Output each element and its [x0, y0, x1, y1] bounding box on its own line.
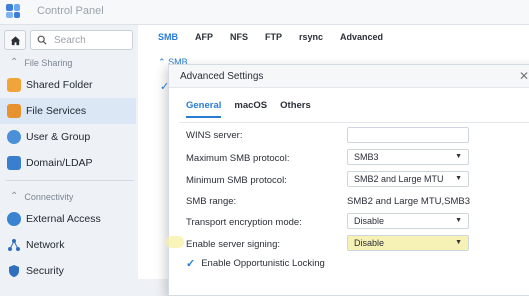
chevron-up-icon: ⌃	[10, 191, 19, 202]
select-value: Disable	[354, 216, 385, 226]
transport-encryption-select[interactable]: Disable ▼	[347, 213, 469, 229]
min-smb-select[interactable]: SMB2 and Large MTU ▼	[347, 171, 469, 187]
dropdown-arrow-icon: ▼	[455, 239, 462, 246]
server-signing-select[interactable]: Disable ▼	[347, 235, 469, 251]
shield-icon	[7, 264, 21, 278]
group-connectivity[interactable]: ⌃ Connectivity	[10, 191, 73, 202]
tab-divider	[179, 122, 529, 123]
tab-advanced[interactable]: Advanced	[340, 32, 383, 42]
sidebar-item-network[interactable]: Network	[0, 232, 136, 258]
min-smb-label: Minimum SMB protocol:	[186, 175, 287, 186]
checkmark-icon: ✓	[186, 258, 196, 270]
smb-range-label: SMB range:	[186, 196, 237, 207]
group-label: File Sharing	[24, 57, 73, 68]
tab-rsync[interactable]: rsync	[299, 32, 323, 42]
search-input[interactable]	[52, 33, 126, 47]
wins-server-input[interactable]	[347, 127, 469, 143]
smb-range-value: SMB2 and Large MTU,SMB3	[347, 196, 471, 207]
chevron-up-icon: ⌃	[10, 57, 19, 68]
oplock-checkbox[interactable]: ✓ Enable Opportunistic Locking	[186, 257, 325, 270]
sidebar-item-file-services[interactable]: File Services	[0, 98, 136, 124]
sidebar: ⌃ File Sharing Shared Folder File Servic…	[0, 25, 138, 279]
folder-icon	[7, 78, 21, 92]
sidebar-item-user-group[interactable]: User & Group	[0, 124, 136, 150]
globe-icon	[7, 212, 21, 226]
dialog-tabs: General macOS Others	[186, 100, 324, 118]
advanced-settings-dialog: Advanced Settings ✕ General macOS Others…	[168, 64, 529, 296]
sidebar-item-security[interactable]: Security	[0, 258, 136, 284]
tab-macos[interactable]: macOS	[234, 100, 267, 118]
user-group-icon	[7, 130, 21, 144]
max-smb-select[interactable]: SMB3 ▼	[347, 149, 469, 165]
sidebar-item-domain-ldap[interactable]: Domain/LDAP	[0, 150, 136, 176]
close-icon[interactable]: ✕	[519, 69, 529, 83]
sidebar-item-label: User & Group	[26, 131, 91, 143]
dropdown-arrow-icon: ▼	[455, 153, 462, 160]
dropdown-arrow-icon: ▼	[455, 217, 462, 224]
sidebar-item-shared-folder[interactable]: Shared Folder	[0, 72, 136, 98]
dialog-titlebar: Advanced Settings ✕	[169, 65, 529, 88]
tab-smb[interactable]: SMB	[158, 32, 178, 42]
transport-encryption-label: Transport encryption mode:	[186, 217, 302, 228]
dropdown-arrow-icon: ▼	[455, 175, 462, 182]
sidebar-item-external-access[interactable]: External Access	[0, 206, 136, 232]
highlight-mark	[166, 236, 184, 248]
domain-icon	[7, 156, 21, 170]
wins-server-label: WINS server:	[186, 130, 243, 141]
tab-general[interactable]: General	[186, 100, 222, 118]
chevron-up-icon: ⌃	[158, 57, 166, 67]
search-icon	[37, 35, 47, 45]
sidebar-item-label: Security	[26, 265, 64, 277]
sidebar-item-label: Domain/LDAP	[26, 157, 93, 169]
network-icon	[7, 238, 21, 252]
search-box[interactable]	[30, 30, 133, 50]
select-value: SMB2 and Large MTU	[354, 174, 444, 184]
sidebar-item-label: Network	[26, 239, 65, 251]
file-services-icon	[7, 104, 21, 118]
sidebar-item-label: External Access	[26, 213, 101, 225]
window-titlebar: Control Panel	[0, 0, 529, 25]
tab-nfs[interactable]: NFS	[230, 32, 248, 42]
select-value: SMB3	[354, 152, 379, 162]
tab-ftp[interactable]: FTP	[265, 32, 282, 42]
group-file-sharing[interactable]: ⌃ File Sharing	[10, 57, 72, 68]
dialog-title: Advanced Settings	[180, 71, 264, 82]
home-icon	[10, 35, 20, 45]
home-button[interactable]	[4, 30, 26, 50]
window-title: Control Panel	[37, 5, 104, 17]
group-label: Connectivity	[24, 191, 74, 202]
max-smb-label: Maximum SMB protocol:	[186, 153, 290, 164]
sidebar-item-label: Shared Folder	[26, 79, 93, 91]
checkbox-label: Enable Opportunistic Locking	[201, 258, 325, 269]
sidebar-item-label: File Services	[26, 105, 87, 117]
select-value: Disable	[354, 238, 385, 248]
tab-others[interactable]: Others	[280, 100, 311, 118]
service-tabs: SMB AFP NFS FTP rsync Advanced	[158, 32, 400, 42]
control-panel-icon	[6, 4, 20, 18]
sidebar-divider	[6, 180, 134, 181]
tab-afp[interactable]: AFP	[195, 32, 213, 42]
server-signing-label: Enable server signing:	[186, 239, 280, 250]
